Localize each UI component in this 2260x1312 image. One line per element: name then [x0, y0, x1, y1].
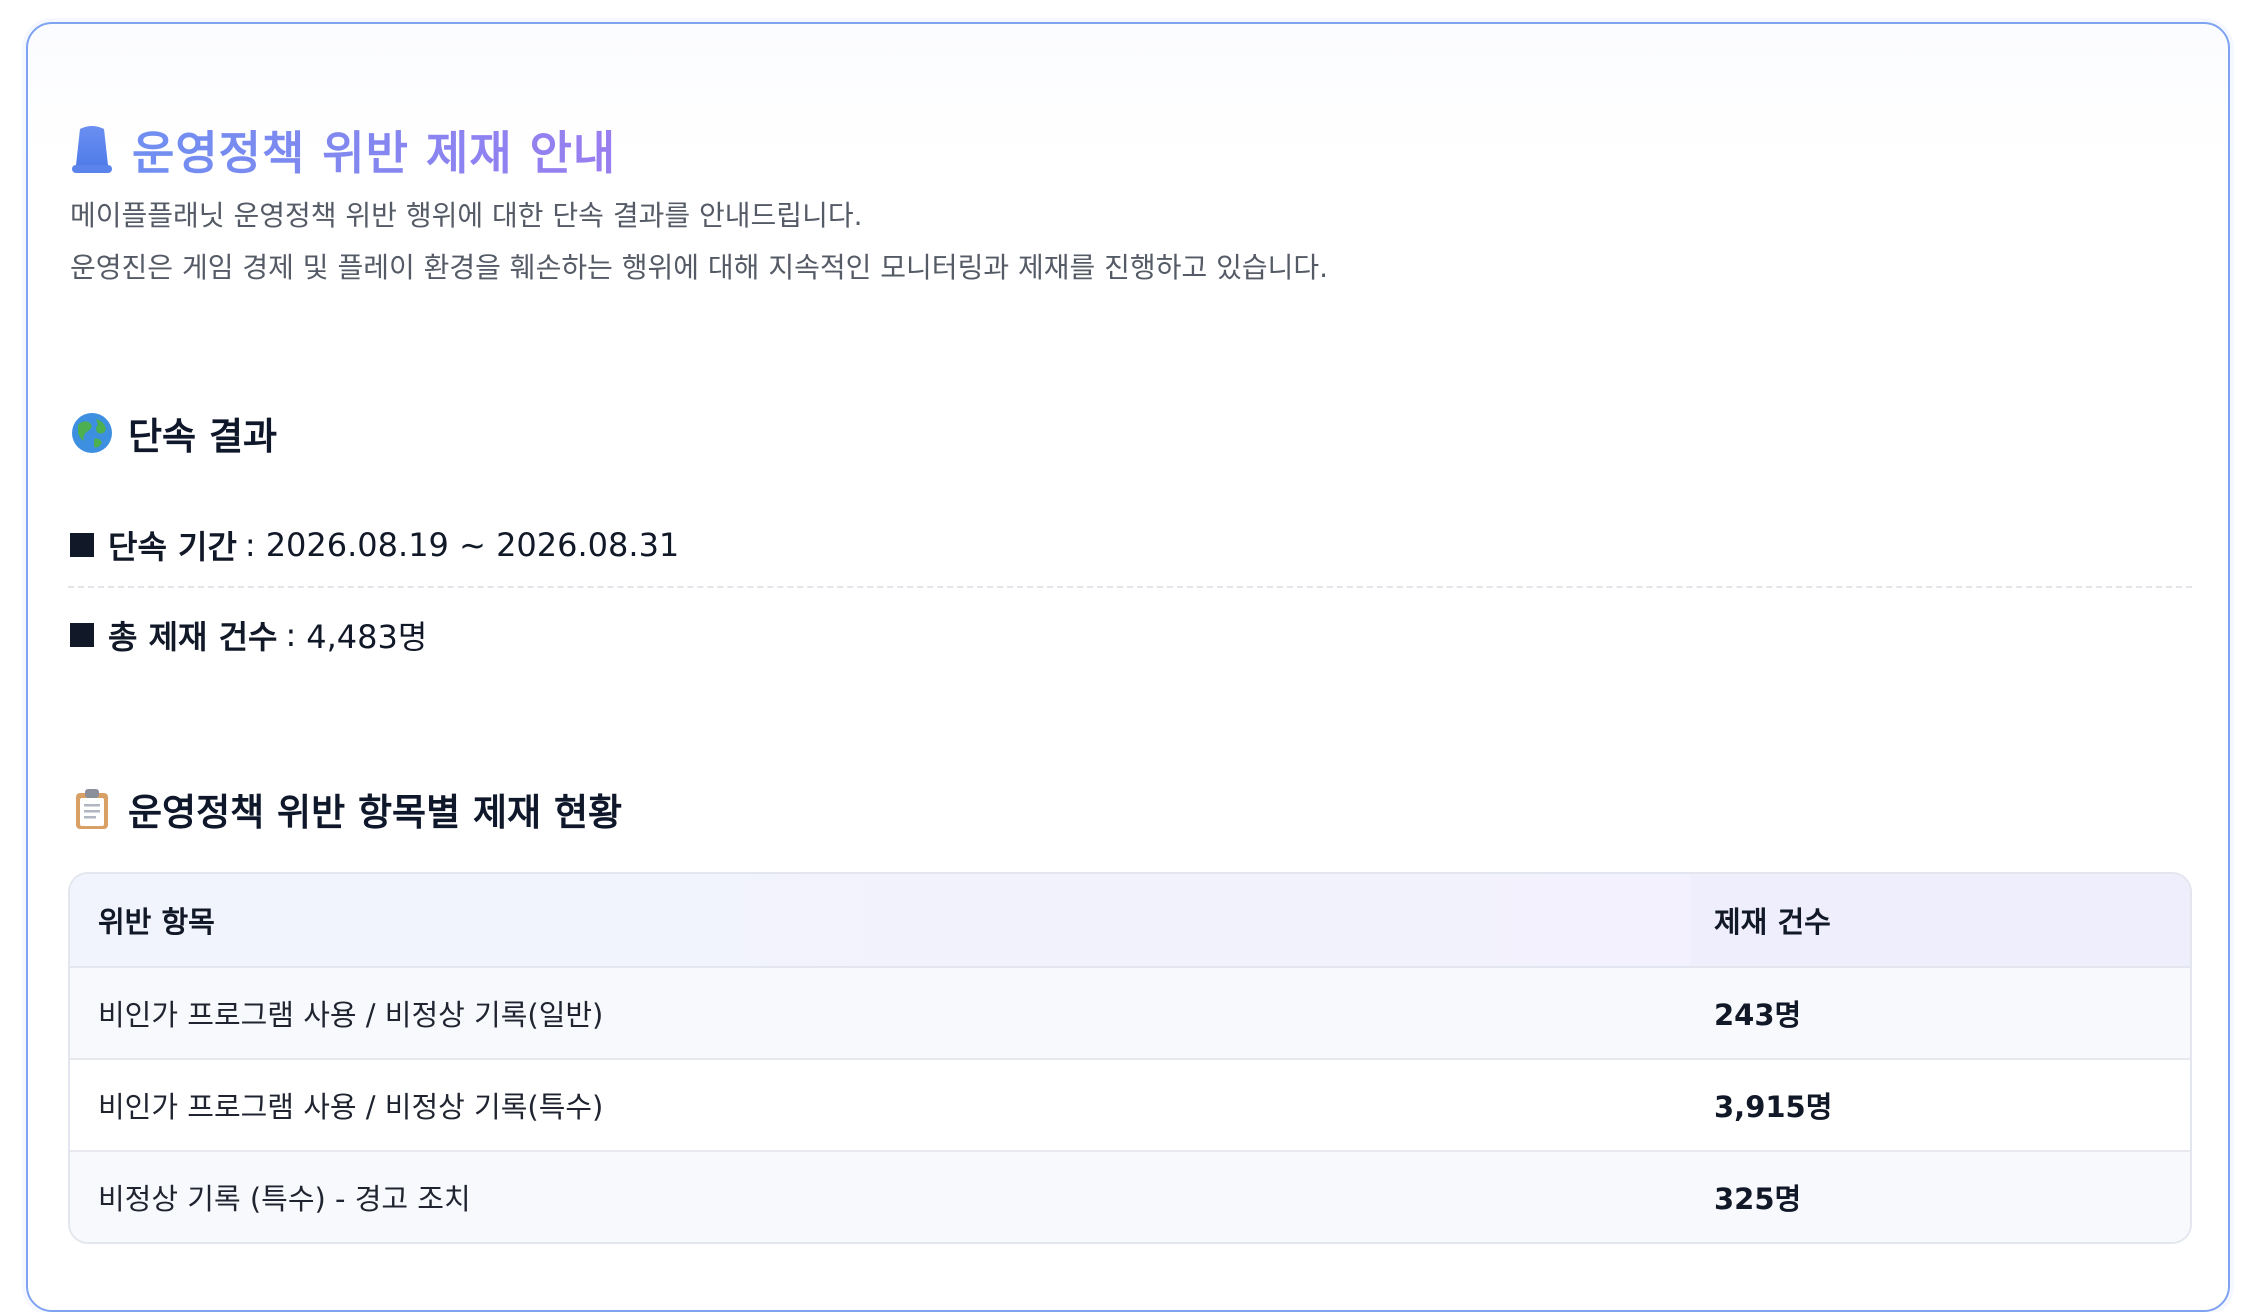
results-heading-text: 단속 결과	[128, 415, 278, 458]
breakdown-heading-text: 운영정책 위반 항목별 제재 현황	[128, 791, 623, 834]
total-value: 4,483명	[306, 618, 428, 656]
globe-icon	[72, 413, 112, 453]
notice-description-line-1: 메이플플래닛 운영정책 위반 행위에 대한 단속 결과를 안내드립니다.	[70, 199, 863, 232]
results-heading: 단속 결과	[70, 406, 277, 460]
sanction-count: 243명	[1690, 967, 2190, 1060]
violations-table: 위반 항목 제재 건수 비인가 프로그램 사용 / 비정상 기록(일반) 243…	[68, 872, 2192, 1244]
colon-separator: :	[244, 526, 256, 564]
period-label: 단속 기간	[108, 528, 237, 566]
total-row: 총 제재 건수 : 4,483명	[70, 612, 427, 658]
clipboard-icon	[76, 789, 108, 829]
dashed-divider	[68, 586, 2192, 588]
notice-title-text: 운영정책 위반 제재 안내	[132, 117, 616, 183]
total-label: 총 제재 건수	[108, 618, 278, 656]
table-header-row: 위반 항목 제재 건수	[70, 874, 2190, 968]
violation-item: 비인가 프로그램 사용 / 비정상 기록(특수)	[70, 1059, 1690, 1152]
notice-description-line-2: 운영진은 게임 경제 및 플레이 환경을 훼손하는 행위에 대해 지속적인 모니…	[70, 251, 1329, 284]
column-header-count: 제재 건수	[1690, 874, 2190, 968]
bullet-square-icon	[70, 533, 94, 557]
period-value: 2026.08.19 ~ 2026.08.31	[265, 526, 680, 564]
sanction-count: 3,915명	[1690, 1059, 2190, 1152]
violation-item: 비정상 기록 (특수) - 경고 조치	[70, 1151, 1690, 1242]
breakdown-heading: 운영정책 위반 항목별 제재 현황	[70, 782, 622, 836]
notice-title: 운영정책 위반 제재 안내	[70, 120, 616, 180]
violation-item: 비인가 프로그램 사용 / 비정상 기록(일반)	[70, 967, 1690, 1060]
bell-icon	[72, 126, 112, 173]
period-row: 단속 기간 : 2026.08.19 ~ 2026.08.31	[70, 522, 679, 568]
colon-separator: :	[285, 616, 297, 654]
sanction-count: 325명	[1690, 1151, 2190, 1242]
table-row: 비인가 프로그램 사용 / 비정상 기록(일반) 243명	[70, 967, 2190, 1060]
column-header-item: 위반 항목	[70, 874, 1690, 968]
table-row: 비정상 기록 (특수) - 경고 조치 325명	[70, 1151, 2190, 1242]
bullet-square-icon	[70, 623, 94, 647]
table-row: 비인가 프로그램 사용 / 비정상 기록(특수) 3,915명	[70, 1059, 2190, 1152]
